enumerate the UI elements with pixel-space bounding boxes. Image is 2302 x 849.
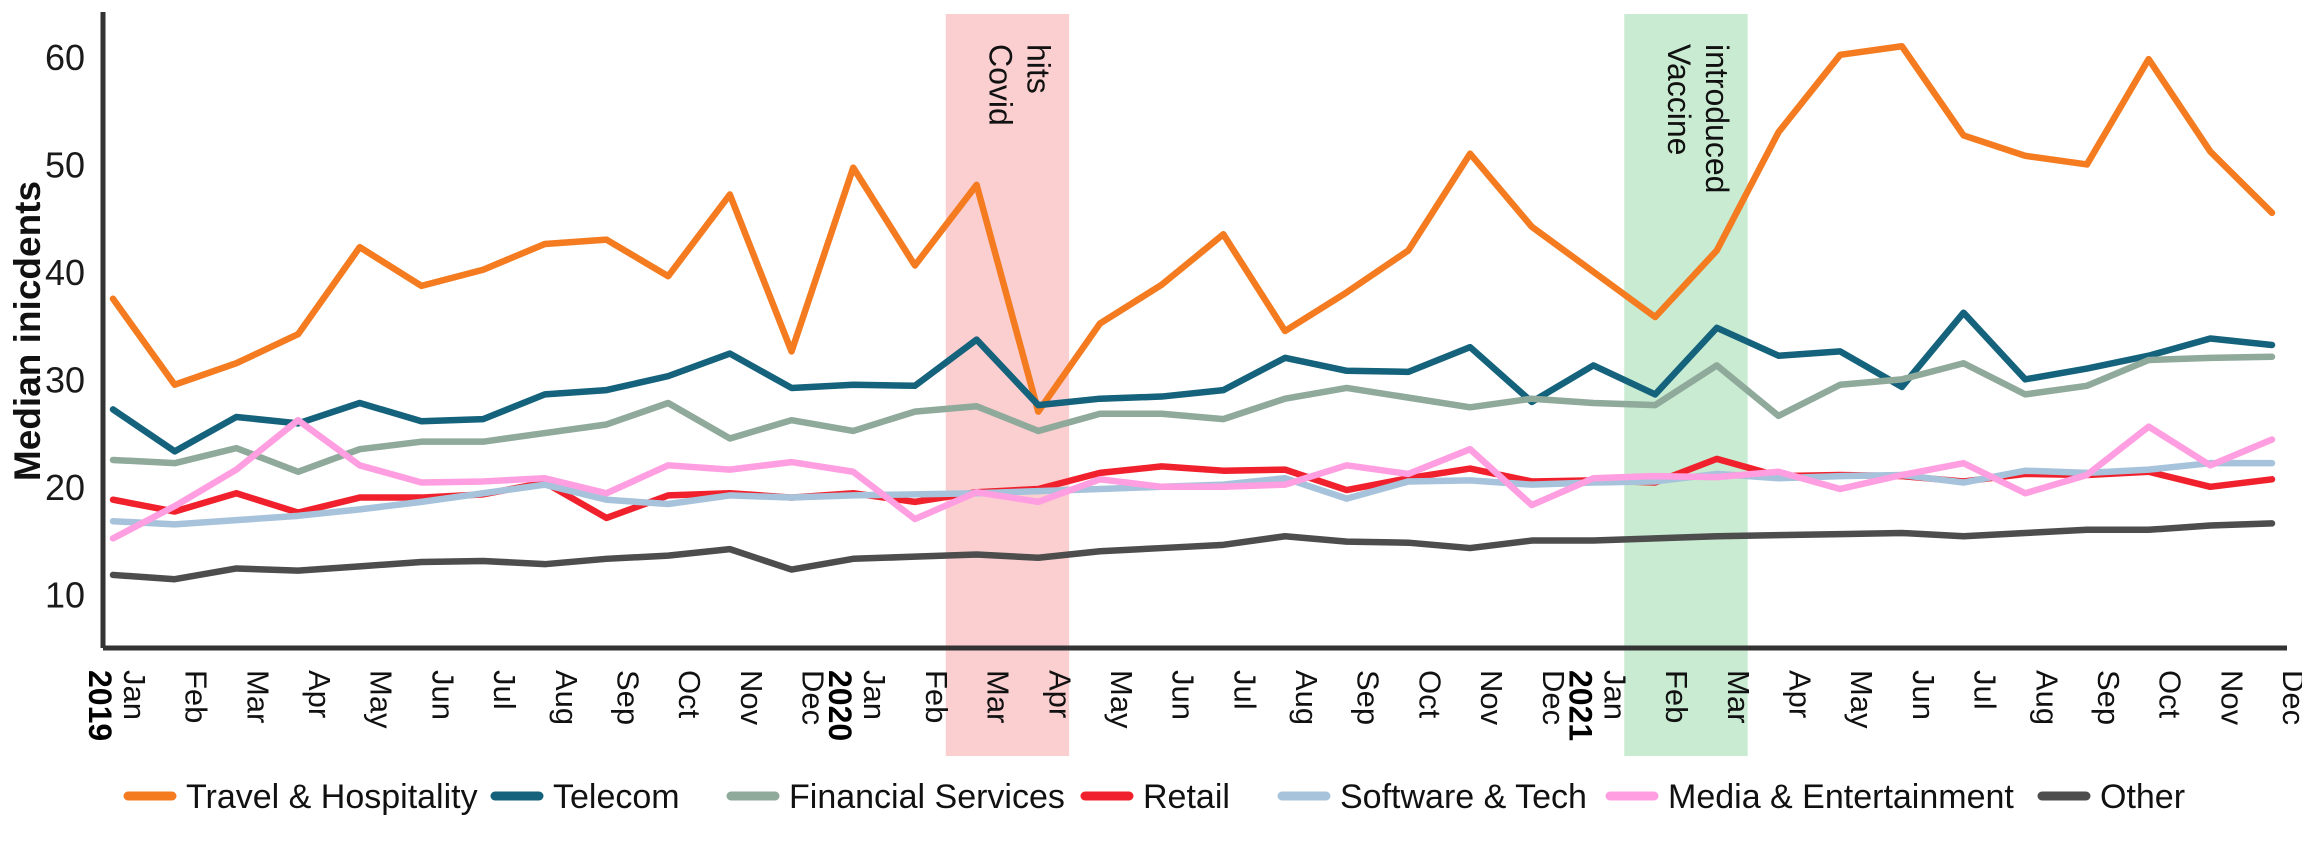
y-axis-title: Median inicdents	[7, 181, 48, 481]
x-axis-tick-label: Oct	[672, 670, 707, 719]
x-axis-tick-label: Sep	[610, 670, 645, 725]
x-axis-year-label: 2019	[82, 670, 118, 741]
y-axis-tick-label: 30	[45, 359, 85, 400]
annotation-label: introduced	[1699, 44, 1735, 193]
chart-svg: 102030405060 Jan2019 Feb Mar Apr May Jun Jul Au…	[7, 12, 2302, 816]
series-line	[109, 309, 2276, 455]
x-axis-tick-label: Aug	[2029, 670, 2064, 725]
x-axis-tick-label: Apr	[302, 670, 337, 718]
series-lines	[109, 42, 2276, 583]
x-axis-tick-label: May	[364, 670, 399, 729]
x-axis-tick-label: Jun	[425, 670, 460, 720]
legend-label[interactable]: Travel & Hospitality	[186, 778, 478, 816]
x-axis-tick-label: Apr	[1783, 670, 1818, 718]
x-axis-tick-label: Sep	[1351, 670, 1386, 725]
x-axis-tick-label: Jan	[1597, 670, 1632, 720]
x-axis-tick-label: Mar	[1721, 670, 1756, 723]
x-axis-tick-label: Apr	[1042, 670, 1077, 718]
annotation-labels: Covid hits Vaccine introduced	[982, 44, 1735, 193]
x-axis-tick-label: Oct	[2153, 670, 2188, 719]
x-axis-year-label: 2021	[1562, 670, 1598, 741]
y-axis-tick-label: 20	[45, 467, 85, 508]
series-line	[109, 353, 2276, 476]
legend-label[interactable]: Media & Entertainment	[1668, 778, 2014, 816]
x-axis-tick-label: Oct	[1412, 670, 1447, 719]
x-axis-tick-label: Mar	[981, 670, 1016, 723]
x-axis-tick-label: Jul	[487, 670, 522, 710]
x-axis-tick-label: May	[1844, 670, 1879, 729]
x-axis-tick-label: Dec	[2276, 670, 2302, 725]
x-axis-tick-label: Nov	[2214, 670, 2249, 726]
x-axis: Jan2019 Feb Mar Apr May Jun Jul Aug Sep Oct Nov Dec…	[82, 645, 2302, 741]
annotation-label: hits	[1020, 44, 1056, 94]
x-axis-tick-label: Feb	[919, 670, 954, 723]
x-axis-tick-label: Jun	[1906, 670, 1941, 720]
series-line	[109, 520, 2276, 583]
legend-label[interactable]: Financial Services	[789, 778, 1065, 816]
legend-label[interactable]: Software & Tech	[1340, 778, 1587, 816]
x-axis-tick-label: Nov	[734, 670, 769, 726]
y-axis-tick-label: 60	[45, 37, 85, 78]
x-axis-tick-label: Nov	[1474, 670, 1509, 726]
legend-label[interactable]: Telecom	[553, 778, 680, 816]
annotation-label: Vaccine	[1661, 44, 1697, 155]
x-axis-tick-label: Aug	[549, 670, 584, 725]
y-axis-tick-label: 50	[45, 144, 85, 185]
x-axis-tick-label: Jul	[1968, 670, 2003, 710]
series-line	[109, 42, 2276, 415]
line-chart: 10 20 30 40 50 60 Jan 2019 Feb Mar Apr May Jun Jul Au…	[0, 0, 2302, 849]
x-axis-tick-label: Feb	[179, 670, 214, 723]
y-axis-title-text: Median inicdents	[7, 181, 48, 481]
x-axis-tick-label: Jan	[857, 670, 892, 720]
x-axis-tick-label: Sep	[2091, 670, 2126, 725]
y-axis-tick-label: 10	[45, 574, 85, 615]
x-axis-tick-label: May	[1104, 670, 1139, 729]
annotation-label: Covid	[982, 44, 1018, 126]
x-axis-tick-label: Feb	[1659, 670, 1694, 723]
x-axis-tick-label: Mar	[240, 670, 275, 723]
x-axis-tick-label: Jul	[1227, 670, 1262, 710]
legend-label[interactable]: Other	[2100, 778, 2185, 816]
x-axis-tick-label: Jun	[1166, 670, 1201, 720]
x-axis-tick-label: Jan	[117, 670, 152, 720]
x-axis-tick-label: Aug	[1289, 670, 1324, 725]
chart-legend: Travel & Hospitality Telecom Financial Ser…	[123, 778, 2185, 816]
x-axis-year-label: 2020	[822, 670, 858, 741]
y-axis: 10 20 30 40 50 60	[45, 12, 106, 648]
y-axis-tick-label: 40	[45, 252, 85, 293]
legend-label[interactable]: Retail	[1143, 778, 1230, 816]
